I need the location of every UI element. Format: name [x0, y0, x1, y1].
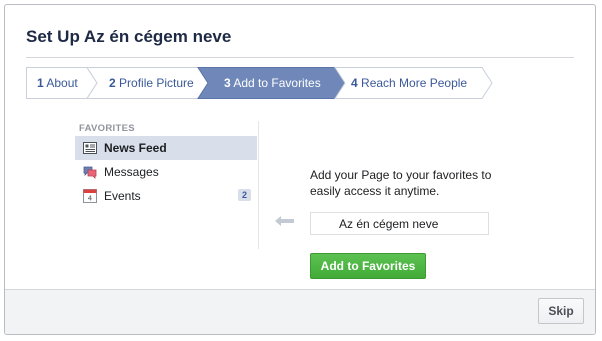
news-feed-icon: [83, 142, 97, 154]
favorites-item-events[interactable]: 4 Events 2: [75, 184, 257, 208]
step-label: About: [46, 76, 78, 90]
favorites-item-label: Messages: [104, 165, 159, 179]
favorites-item-label: News Feed: [104, 141, 167, 155]
page-name-preview: Az én cégem neve: [310, 212, 489, 235]
step-number: 1: [37, 76, 44, 90]
step-label: Reach More People: [361, 76, 468, 90]
step-number: 4: [351, 76, 358, 90]
arrow-left-icon: [275, 216, 294, 226]
step-number: 2: [109, 76, 116, 90]
step-number: 3: [224, 76, 231, 90]
dialog-footer: Skip: [5, 289, 595, 334]
step-progress-bar: 1 About 2 Profile Picture 3 Add to Favor…: [26, 67, 493, 99]
add-to-favorites-description: Add your Page to your favorites to easil…: [310, 168, 492, 198]
content-divider: [258, 121, 259, 249]
step-4-reach-more-people[interactable]: 4 Reach More People: [351, 76, 467, 90]
events-count-badge: 2: [237, 189, 251, 201]
step-3-add-to-favorites[interactable]: 3 Add to Favorites: [224, 76, 321, 90]
calendar-icon: 4: [83, 189, 97, 203]
step-label: Profile Picture: [119, 76, 194, 90]
step-2-profile-picture[interactable]: 2 Profile Picture: [109, 76, 194, 90]
step-1-about[interactable]: 1 About: [37, 76, 78, 90]
messages-icon: [83, 166, 97, 179]
favorites-item-label: Events: [104, 189, 141, 203]
title-divider: [26, 57, 574, 58]
step-label: Add to Favorites: [233, 76, 321, 90]
setup-dialog: Set Up Az én cégem neve 1 About 2 Profil…: [4, 4, 596, 335]
favorites-item-messages[interactable]: Messages: [75, 160, 257, 184]
dialog-title: Set Up Az én cégem neve: [26, 27, 232, 46]
svg-text:4: 4: [88, 195, 93, 203]
add-to-favorites-button[interactable]: Add to Favorites: [310, 253, 426, 279]
skip-button[interactable]: Skip: [538, 298, 584, 324]
favorites-item-news-feed[interactable]: News Feed: [75, 136, 257, 160]
favorites-heading: FAVORITES: [79, 123, 135, 134]
